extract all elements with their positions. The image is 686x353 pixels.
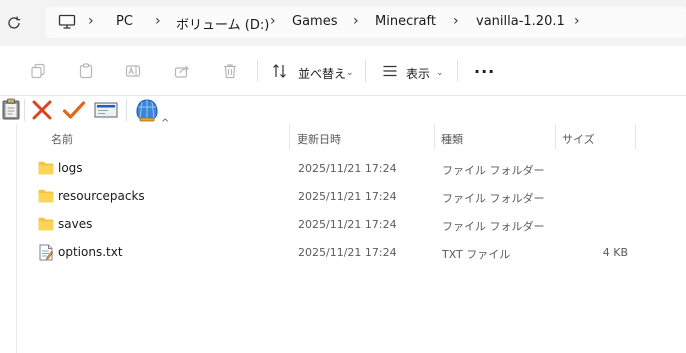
column-divider[interactable] [635,124,636,150]
delete-icon[interactable] [222,63,238,79]
divider [126,99,127,121]
view-icon[interactable] [382,63,398,79]
column-divider[interactable] [289,124,290,150]
chevron-right-icon[interactable]: › [574,13,580,29]
file-modified: 2025/11/21 17:24 [298,218,397,231]
file-type: ファイル フォルダー [442,220,545,233]
divider [257,60,258,82]
column-header-type[interactable]: 種類 [441,131,463,147]
column-header-modified[interactable]: 更新日時 [297,131,341,147]
envelope-icon[interactable] [94,101,118,119]
folder-icon [38,217,54,231]
file-row[interactable]: logs 2025/11/21 17:24 ファイル フォルダー [18,155,654,183]
file-modified: 2025/11/21 17:24 [298,162,397,175]
folder-icon [38,161,54,175]
folder-icon [38,189,54,203]
file-size: 4 KB [602,246,628,259]
breadcrumb-pc[interactable]: PC [116,14,133,29]
text-file-icon [39,244,54,261]
address-bar[interactable] [46,7,686,38]
checkmark-icon[interactable] [62,99,86,121]
file-name[interactable]: resourcepacks [58,189,145,203]
file-row[interactable]: resourcepacks 2025/11/21 17:24 ファイル フォルダ… [18,183,654,211]
file-type: ファイル フォルダー [442,192,545,205]
paste-icon[interactable] [78,63,94,79]
file-name[interactable]: options.txt [58,245,123,259]
chevron-down-icon[interactable]: ⌄ [436,68,444,78]
chevron-right-icon[interactable]: › [88,13,94,29]
share-icon[interactable] [174,63,190,79]
column-divider[interactable] [555,124,556,150]
navigation-pane-edge[interactable] [16,124,17,353]
file-modified: 2025/11/21 17:24 [298,190,397,203]
view-button-label[interactable]: 表示 [406,65,430,82]
chevron-down-icon[interactable]: ⌄ [346,68,354,78]
column-divider[interactable] [434,124,435,150]
sort-ascending-icon: ^ [161,118,170,129]
plugin-toolbar [0,96,686,124]
sort-icon[interactable] [272,63,288,79]
file-row[interactable]: options.txt 2025/11/21 17:24 TXT ファイル 4 … [18,239,654,267]
column-header-name[interactable]: 名前 [51,131,73,147]
command-bar: 並べ替え ⌄ 表示 ⌄ ... [0,46,686,96]
column-header-size[interactable]: サイズ [562,131,595,147]
copy-icon[interactable] [30,63,46,79]
sort-button-label[interactable]: 並べ替え [298,65,346,82]
file-name[interactable]: saves [58,217,92,231]
shell-icon[interactable] [134,97,160,123]
address-bar-area: › PC › ボリューム (D:) › Games › Minecraft › … [0,0,686,46]
chevron-right-icon[interactable]: › [353,13,359,29]
divider [365,60,366,82]
file-type: ファイル フォルダー [442,164,545,177]
file-type: TXT ファイル [442,248,511,261]
file-name[interactable]: logs [58,161,83,175]
breadcrumb-vanilla[interactable]: vanilla-1.20.1 [476,14,565,29]
divider [457,60,458,82]
rename-icon[interactable] [125,63,141,79]
file-row[interactable]: saves 2025/11/21 17:24 ファイル フォルダー [18,211,654,239]
file-modified: 2025/11/21 17:24 [298,246,397,259]
close-x-icon[interactable] [31,99,53,121]
breadcrumb-minecraft[interactable]: Minecraft [375,14,436,29]
more-options-icon[interactable]: ... [474,58,495,77]
chevron-right-icon[interactable]: › [270,13,276,29]
computer-icon[interactable] [58,14,76,30]
divider [24,99,25,121]
breadcrumb-volume[interactable]: ボリューム (D:) [176,14,269,33]
clipboard-icon[interactable] [1,98,21,120]
chevron-right-icon[interactable]: › [453,13,459,29]
chevron-right-icon[interactable]: › [155,13,161,29]
refresh-icon[interactable] [6,15,22,31]
breadcrumb-games[interactable]: Games [292,14,337,29]
